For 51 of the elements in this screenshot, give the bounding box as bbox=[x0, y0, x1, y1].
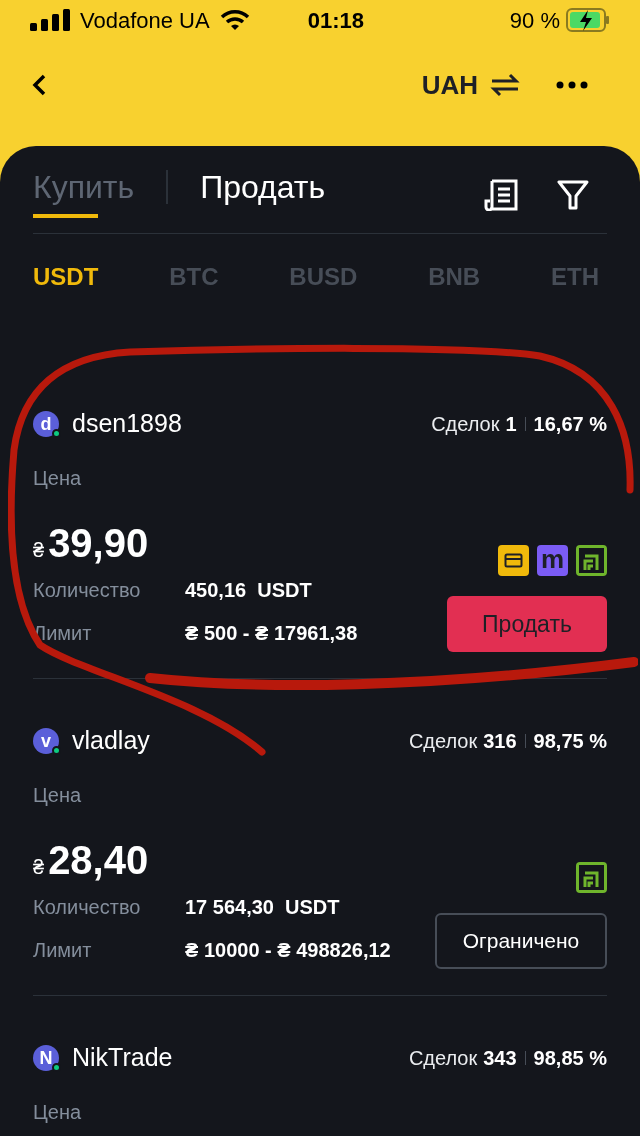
trader-avatar: N bbox=[33, 1045, 59, 1071]
currency-sign: ₴ bbox=[33, 538, 45, 563]
trader-avatar: v bbox=[33, 728, 59, 754]
limit-label: Лимит bbox=[33, 937, 93, 963]
trader-avatar: d bbox=[33, 411, 59, 437]
limit-value: ₴ 500 - ₴ 17961,38 bbox=[185, 620, 358, 646]
selected-tab-indicator bbox=[33, 214, 99, 218]
currency-sign: ₴ bbox=[33, 855, 45, 880]
orders-icon[interactable] bbox=[483, 179, 519, 211]
wifi-icon bbox=[219, 9, 250, 31]
price-label: Цена bbox=[33, 783, 83, 808]
quantity-value: 450,16 USDT bbox=[185, 577, 312, 603]
payment-method-icon bbox=[498, 545, 529, 576]
price-label: Цена bbox=[33, 466, 83, 491]
clock-time: 01:18 bbox=[307, 6, 364, 35]
signal-icon bbox=[30, 9, 72, 31]
limit-label: Лимит bbox=[33, 620, 93, 646]
trader-name[interactable]: vladlay bbox=[72, 722, 150, 760]
price-label: Цена bbox=[33, 1100, 83, 1125]
trades-label: Сделок bbox=[431, 412, 500, 437]
limit-value: ₴ 10000 - ₴ 498826,12 bbox=[185, 937, 391, 963]
completion-rate: 98,85 % bbox=[533, 1046, 607, 1071]
quantity-value: 17 564,30 USDT bbox=[185, 894, 340, 920]
restricted-button[interactable]: Ограничено bbox=[435, 913, 607, 969]
coin-tab[interactable]: USDT bbox=[33, 259, 99, 295]
filter-icon[interactable] bbox=[557, 179, 589, 211]
trades-count: 1 bbox=[505, 412, 517, 437]
trades-count: 316 bbox=[483, 729, 517, 754]
quantity-label: Количество bbox=[33, 894, 142, 920]
back-icon[interactable] bbox=[30, 73, 48, 97]
payment-method-badge: m bbox=[537, 545, 568, 576]
trader-name[interactable]: NikTrade bbox=[72, 1039, 173, 1077]
payment-method-icon bbox=[576, 862, 607, 893]
more-icon[interactable] bbox=[556, 81, 588, 89]
currency-selector[interactable]: UAH bbox=[421, 65, 478, 105]
carrier-name: Vodafone UA bbox=[80, 6, 210, 35]
price-value: 28,40 bbox=[48, 837, 149, 884]
swap-icon[interactable] bbox=[490, 73, 520, 97]
completion-rate: 98,75 % bbox=[533, 729, 607, 754]
completion-rate: 16,67 % bbox=[533, 412, 607, 437]
battery-charging-icon bbox=[566, 8, 610, 32]
trades-count: 343 bbox=[483, 1046, 517, 1071]
sell-button[interactable]: Продать bbox=[447, 596, 607, 652]
trades-label: Сделок bbox=[408, 1046, 478, 1071]
payment-method-icon bbox=[576, 545, 607, 576]
trades-label: Сделок bbox=[408, 729, 478, 754]
trader-name[interactable]: dsen1898 bbox=[72, 405, 182, 443]
quantity-label: Количество bbox=[33, 577, 142, 603]
price-value: 39,90 bbox=[48, 520, 149, 567]
battery-percent: 90 % bbox=[509, 6, 560, 35]
trade-side-tab[interactable]: Продать bbox=[200, 163, 326, 211]
